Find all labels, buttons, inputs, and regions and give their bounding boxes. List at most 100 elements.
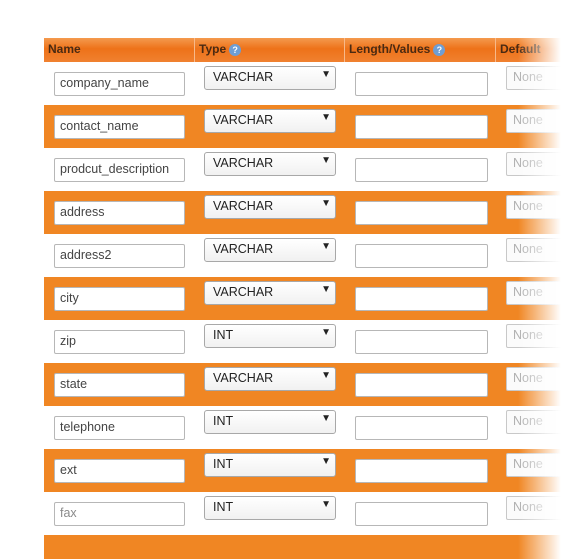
default-select[interactable]: None — [506, 195, 561, 219]
default-value: None — [513, 457, 543, 471]
chevron-down-icon: ▼ — [321, 155, 331, 166]
chevron-down-icon: ▼ — [321, 112, 331, 123]
default-value: None — [513, 371, 543, 385]
length-values-input[interactable] — [355, 115, 488, 139]
column-name-input[interactable]: company_name — [54, 72, 185, 96]
column-type-value: VARCHAR — [213, 113, 274, 127]
column-name-input[interactable]: address — [54, 201, 185, 225]
column-type-value: VARCHAR — [213, 371, 274, 385]
column-type-select[interactable]: VARCHAR ▼ — [204, 281, 336, 305]
column-name-input[interactable]: fax — [54, 502, 185, 526]
default-select[interactable]: None — [506, 109, 561, 133]
header-name-label: Name — [48, 42, 81, 56]
length-values-input[interactable] — [355, 330, 488, 354]
table-row: state VARCHAR ▼ None — [44, 363, 561, 406]
chevron-down-icon: ▼ — [321, 69, 331, 80]
column-type-value: INT — [213, 457, 234, 471]
chevron-down-icon: ▼ — [321, 284, 331, 295]
column-name-input[interactable]: address2 — [54, 244, 185, 268]
default-select[interactable]: None — [506, 152, 561, 176]
column-type-select[interactable]: INT ▼ — [204, 410, 336, 434]
column-type-select[interactable]: VARCHAR ▼ — [204, 367, 336, 391]
header-length-label: Length/Values — [349, 42, 431, 56]
table-row — [44, 535, 561, 559]
column-type-value: VARCHAR — [213, 156, 274, 170]
chevron-down-icon: ▼ — [321, 456, 331, 467]
column-name-input[interactable]: contact_name — [54, 115, 185, 139]
column-type-value: VARCHAR — [213, 285, 274, 299]
length-values-input[interactable] — [355, 373, 488, 397]
column-type-select[interactable]: INT ▼ — [204, 496, 336, 520]
default-select[interactable]: None — [506, 410, 561, 434]
header-name: Name — [44, 38, 195, 62]
column-type-select[interactable]: INT ▼ — [204, 324, 336, 348]
default-select[interactable]: None — [506, 453, 561, 477]
column-name-input[interactable]: prodcut_description — [54, 158, 185, 182]
chevron-down-icon: ▼ — [321, 198, 331, 209]
column-type-value: VARCHAR — [213, 70, 274, 84]
default-select[interactable]: None — [506, 496, 561, 520]
length-values-input[interactable] — [355, 244, 488, 268]
length-values-input[interactable] — [355, 201, 488, 225]
default-select[interactable]: None — [506, 66, 561, 90]
header-default-label: Default — [500, 42, 541, 56]
table-row: telephone INT ▼ None — [44, 406, 561, 449]
table-row: ext INT ▼ None — [44, 449, 561, 492]
header-type-label: Type — [199, 42, 227, 56]
column-type-select[interactable]: VARCHAR ▼ — [204, 66, 336, 90]
column-type-value: INT — [213, 500, 234, 514]
length-values-input[interactable] — [355, 158, 488, 182]
column-definition-panel: Name Type? Length/Values? Default compan… — [40, 16, 561, 559]
column-type-select[interactable]: VARCHAR ▼ — [204, 238, 336, 262]
chevron-down-icon: ▼ — [321, 370, 331, 381]
column-type-select[interactable]: VARCHAR ▼ — [204, 152, 336, 176]
default-value: None — [513, 285, 543, 299]
default-value: None — [513, 414, 543, 428]
column-name-input[interactable]: city — [54, 287, 185, 311]
column-name-input[interactable]: zip — [54, 330, 185, 354]
chevron-down-icon: ▼ — [321, 499, 331, 510]
column-name-input[interactable]: telephone — [54, 416, 185, 440]
table-row: prodcut_description VARCHAR ▼ None — [44, 148, 561, 191]
length-values-input[interactable] — [355, 459, 488, 483]
column-type-value: VARCHAR — [213, 242, 274, 256]
table-row: zip INT ▼ None — [44, 320, 561, 363]
column-type-value: VARCHAR — [213, 199, 274, 213]
default-value: None — [513, 70, 543, 84]
help-icon[interactable]: ? — [433, 43, 446, 56]
default-value: None — [513, 500, 543, 514]
length-values-input[interactable] — [355, 72, 488, 96]
default-value: None — [513, 113, 543, 127]
default-select[interactable]: None — [506, 324, 561, 348]
column-type-select[interactable]: VARCHAR ▼ — [204, 109, 336, 133]
default-select[interactable]: None — [506, 281, 561, 305]
table-row: company_name VARCHAR ▼ None — [44, 62, 561, 105]
column-type-select[interactable]: INT ▼ — [204, 453, 336, 477]
default-value: None — [513, 242, 543, 256]
chevron-down-icon: ▼ — [321, 327, 331, 338]
length-values-input[interactable] — [355, 502, 488, 526]
table-row: address2 VARCHAR ▼ None — [44, 234, 561, 277]
default-value: None — [513, 156, 543, 170]
table-header: Name Type? Length/Values? Default — [44, 38, 561, 62]
length-values-input[interactable] — [355, 287, 488, 311]
default-value: None — [513, 199, 543, 213]
default-value: None — [513, 328, 543, 342]
column-type-value: INT — [213, 328, 234, 342]
default-select[interactable]: None — [506, 238, 561, 262]
table-row: city VARCHAR ▼ None — [44, 277, 561, 320]
column-type-select[interactable]: VARCHAR ▼ — [204, 195, 336, 219]
help-icon[interactable]: ? — [229, 43, 242, 56]
chevron-down-icon: ▼ — [321, 413, 331, 424]
length-values-input[interactable] — [355, 416, 488, 440]
header-type: Type? — [195, 38, 345, 62]
column-name-input[interactable]: state — [54, 373, 185, 397]
column-name-input[interactable]: ext — [54, 459, 185, 483]
top-fade — [40, 16, 561, 30]
default-select[interactable]: None — [506, 367, 561, 391]
chevron-down-icon: ▼ — [321, 241, 331, 252]
table-row: address VARCHAR ▼ None — [44, 191, 561, 234]
table-row: fax INT ▼ None — [44, 492, 561, 535]
column-type-value: INT — [213, 414, 234, 428]
header-length-values: Length/Values? — [345, 38, 496, 62]
